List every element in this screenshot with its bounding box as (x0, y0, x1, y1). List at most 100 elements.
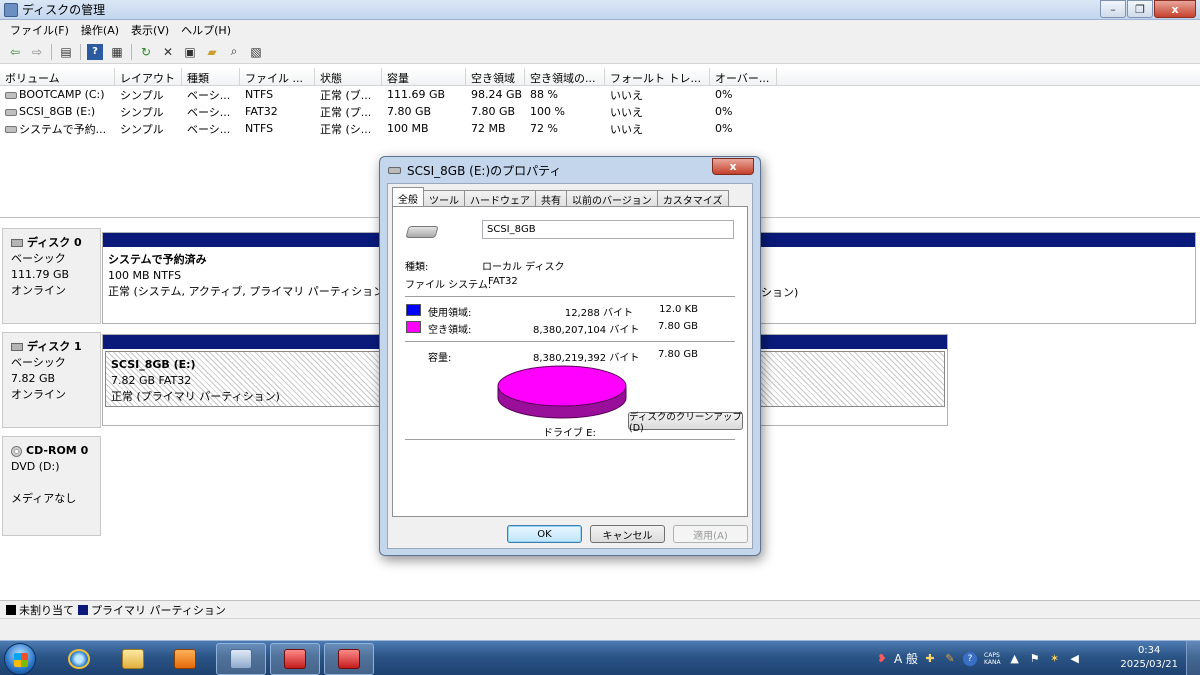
help-icon[interactable]: ? (87, 43, 103, 60)
help-icon[interactable]: ? (963, 651, 978, 666)
cancel-button[interactable]: キャンセル (590, 525, 665, 543)
taskbar-computer-management[interactable] (216, 643, 266, 675)
drive-label: ドライブ E: (543, 428, 596, 439)
dialog-tabs: 全般 ツール ハードウェア 共有 以前のバージョン カスタマイズ (392, 187, 729, 207)
folder-icon (122, 649, 144, 669)
column-header-percent-free[interactable]: 空き領域の... (525, 68, 605, 85)
type-label: 種類: (405, 262, 429, 273)
overhead-cell: 0% (715, 105, 733, 118)
show-hidden-icons-icon[interactable]: ▲ (1008, 652, 1022, 666)
disk-cleanup-button[interactable]: ディスクのクリーンアップ(D) (628, 412, 743, 434)
table-row[interactable]: SCSI_8GB (E:) シンプル ベーシ... FAT32 正常 (プ...… (0, 103, 1200, 120)
windows-logo-icon (14, 653, 28, 667)
table-row[interactable]: BOOTCAMP (C:) シンプル ベーシ... NTFS 正常 (ブ... … (0, 86, 1200, 103)
column-header-overhead[interactable]: オーバー... (710, 68, 777, 85)
disk-type: ベーシック (11, 252, 66, 265)
menu-view[interactable]: 表示(V) (125, 22, 175, 38)
layout-cell: シンプル (120, 122, 164, 136)
clock[interactable]: 0:34 2025/03/21 (1120, 644, 1178, 672)
caps-label: CAPS (984, 651, 1000, 659)
taskbar-explorer[interactable] (108, 643, 158, 675)
refresh-icon[interactable]: ↻ (138, 44, 154, 60)
apply-button[interactable]: 適用(A) (673, 525, 748, 543)
ime-toolbox-icon[interactable]: ✚ (923, 652, 937, 666)
fault-tolerance-cell: いいえ (610, 105, 643, 119)
show-desktop-button[interactable] (1186, 641, 1200, 675)
menu-action[interactable]: 操作(A) (75, 22, 125, 38)
properties-icon[interactable]: ▣ (182, 44, 198, 60)
tab-previous-versions[interactable]: 以前のバージョン (566, 190, 658, 207)
drive-icon (5, 126, 17, 133)
percent-free-cell: 72 % (530, 122, 558, 135)
used-space-swatch (406, 304, 421, 316)
taskbar-toolbox-2[interactable] (324, 643, 374, 675)
menu-file[interactable]: ファイル(F) (4, 22, 75, 38)
taskbar-internet-explorer[interactable] (54, 643, 104, 675)
window-controls: – ❐ x (1099, 0, 1196, 18)
drive-icon (388, 166, 401, 174)
used-space-size: 12.0 KB (659, 304, 698, 315)
column-header-filesystem[interactable]: ファイル ... (240, 68, 315, 85)
taskbar-toolbox-1[interactable] (270, 643, 320, 675)
settings-icon[interactable]: ▧ (248, 44, 264, 60)
status-cell: 正常 (プ... (320, 105, 372, 119)
minimize-button[interactable]: – (1100, 0, 1126, 18)
disk-name: CD-ROM 0 (26, 444, 89, 457)
fault-tolerance-cell: いいえ (610, 88, 643, 102)
column-header-volume[interactable]: ボリューム (0, 68, 115, 85)
unallocated-swatch (6, 604, 16, 615)
console-tree-icon[interactable]: ▤ (58, 44, 74, 60)
tab-general[interactable]: 全般 (392, 187, 424, 206)
dialog-titlebar: SCSI_8GB (E:)のプロパティ (380, 157, 760, 183)
free-space-cell: 7.80 GB (471, 105, 516, 118)
ime-indicator[interactable]: A 般 (894, 650, 918, 667)
close-button[interactable]: x (1154, 0, 1196, 18)
layout-cell: シンプル (120, 88, 164, 102)
media-player-icon (174, 649, 196, 669)
legend-primary: プライマリ パーティション (91, 603, 226, 617)
status-bar (0, 618, 1200, 640)
delete-icon[interactable]: ✕ (160, 44, 176, 60)
forward-arrow-icon[interactable]: ⇨ (29, 44, 45, 60)
clock-time: 0:34 (1137, 645, 1161, 656)
column-header-free-space[interactable]: 空き領域 (466, 68, 525, 85)
table-row[interactable]: システムで予約... シンプル ベーシ... NTFS 正常 (シ... 100… (0, 120, 1200, 137)
notification-flag-icon[interactable]: ❥ (875, 652, 889, 666)
ok-button[interactable]: OK (507, 525, 582, 543)
column-header-layout[interactable]: レイアウト (115, 68, 182, 85)
capacity-cell: 111.69 GB (387, 88, 446, 101)
volume-icon[interactable]: ◀ (1068, 652, 1082, 666)
maximize-button[interactable]: ❐ (1127, 0, 1153, 18)
capacity-label: 容量: (428, 353, 452, 364)
volume-label-input[interactable] (482, 220, 734, 239)
action-center-icon[interactable]: ⚑ (1028, 652, 1042, 666)
explore-icon[interactable]: ⌕ (226, 44, 242, 60)
start-button[interactable] (4, 643, 36, 675)
dialog-close-button[interactable]: x (712, 158, 754, 175)
disk-0-label[interactable]: ディスク 0 ベーシック 111.79 GB オンライン (2, 228, 101, 324)
column-header-capacity[interactable]: 容量 (382, 68, 466, 85)
window-titlebar: ディスクの管理 – ❐ x (0, 0, 1200, 20)
status-cell: 正常 (シ... (320, 122, 372, 136)
divider (405, 341, 735, 342)
disk-1-name-row: ディスク 1 (11, 339, 100, 355)
back-arrow-icon[interactable]: ⇦ (7, 44, 23, 60)
network-icon[interactable]: ✶ (1048, 652, 1062, 666)
properties-dialog: SCSI_8GB (E:)のプロパティ x 全般 ツール ハードウェア 共有 以… (379, 156, 761, 556)
tab-sharing[interactable]: 共有 (535, 190, 567, 207)
disk-1-label[interactable]: ディスク 1 ベーシック 7.82 GB オンライン (2, 332, 101, 428)
tab-tools[interactable]: ツール (423, 190, 465, 207)
open-folder-icon[interactable]: ▰ (204, 44, 220, 60)
column-header-status[interactable]: 状態 (315, 68, 382, 85)
taskbar-media-player[interactable] (160, 643, 210, 675)
disk-usage-pie-chart (497, 365, 627, 419)
volume-list-header: ボリューム レイアウト 種類 ファイル ... 状態 容量 空き領域 空き領域の… (0, 68, 1200, 86)
cdrom-0-label[interactable]: CD-ROM 0 DVD (D:) メディアなし (2, 436, 101, 536)
column-header-fault-tolerance[interactable]: フォールト トレ... (605, 68, 710, 85)
tab-hardware[interactable]: ハードウェア (464, 190, 536, 207)
properties-list-icon[interactable]: ▦ (109, 44, 125, 60)
tab-customize[interactable]: カスタマイズ (656, 190, 729, 207)
menu-help[interactable]: ヘルプ(H) (175, 22, 237, 38)
column-header-type[interactable]: 種類 (182, 68, 240, 85)
ime-pad-icon[interactable]: ✎ (943, 652, 957, 666)
